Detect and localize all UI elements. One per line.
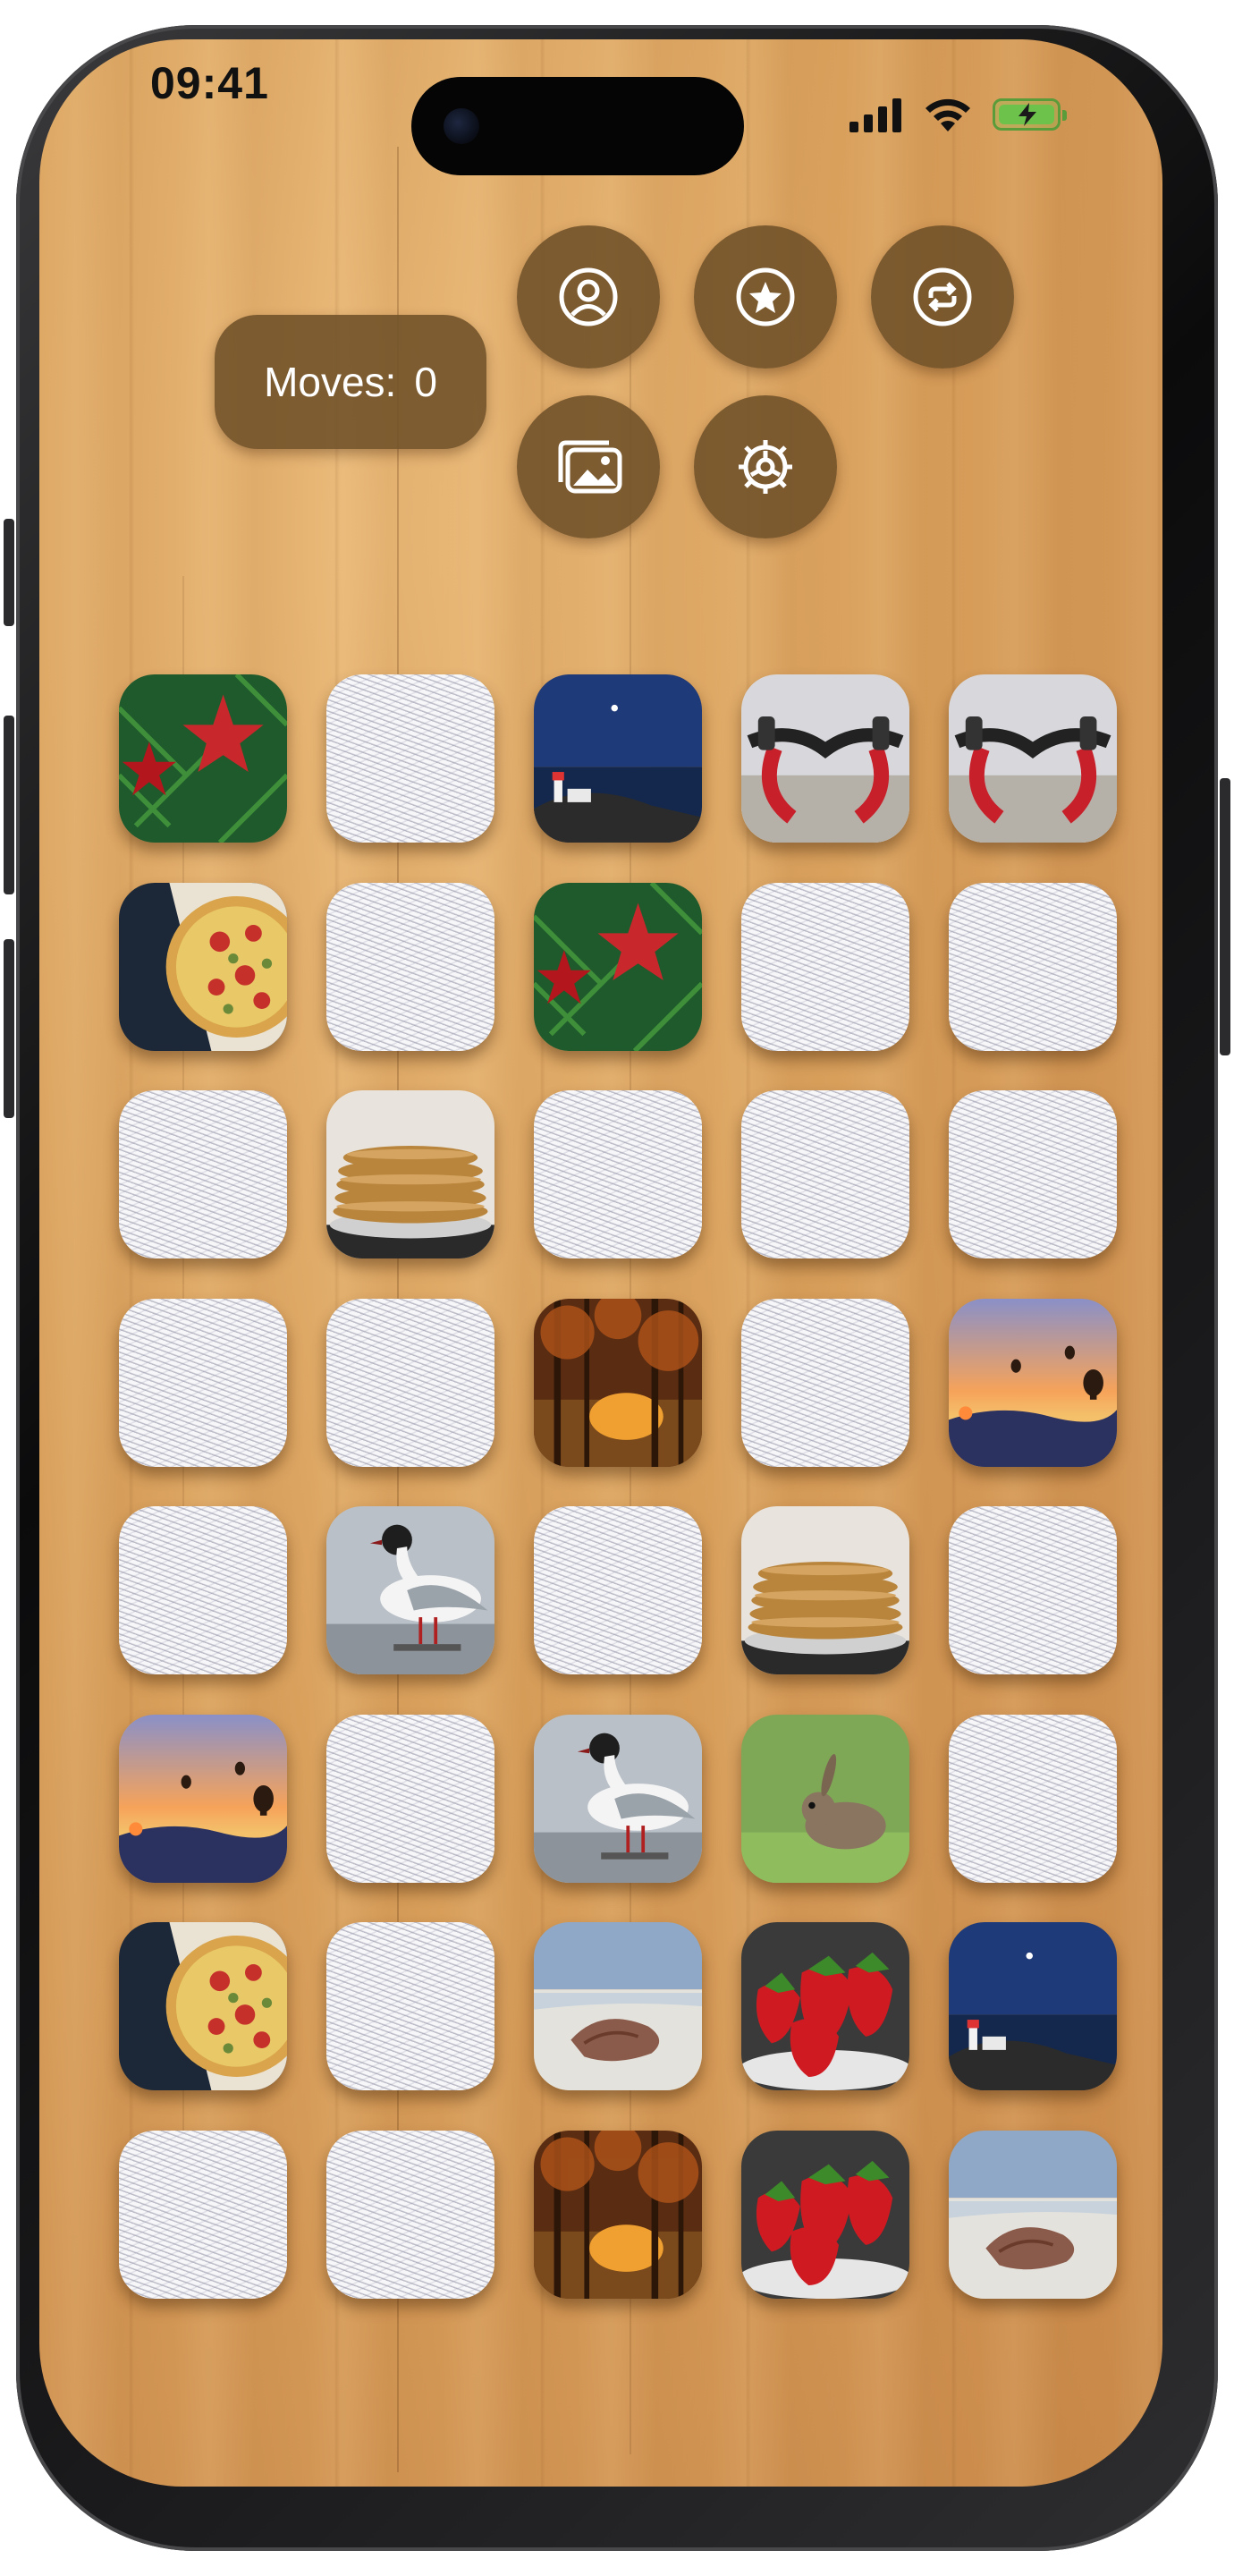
card-face-down[interactable] <box>741 1090 909 1258</box>
seashell-beach-image <box>949 2130 1117 2299</box>
power-button <box>1220 778 1230 1055</box>
seagull-image <box>326 1506 494 1674</box>
card-face-up-christmas-ornaments[interactable] <box>119 674 287 843</box>
card-face-up-strawberries[interactable] <box>741 1922 909 2090</box>
card-face-down[interactable] <box>534 1506 702 1674</box>
card-face-down[interactable] <box>119 1298 287 1467</box>
person-circle-icon <box>559 267 618 326</box>
card-face-up-seashell-beach[interactable] <box>949 2130 1117 2299</box>
card-face-up-pizza[interactable] <box>119 1922 287 2090</box>
arrows-cycle-icon <box>913 267 972 326</box>
card-face-down[interactable] <box>949 1090 1117 1258</box>
charging-bolt-icon <box>1018 103 1036 126</box>
card-face-up-seagull[interactable] <box>534 1714 702 1883</box>
card-face-down[interactable] <box>534 1090 702 1258</box>
rabbit-image <box>741 1714 909 1883</box>
card-face-up-pancakes[interactable] <box>741 1506 909 1674</box>
card-face-down[interactable] <box>119 1506 287 1674</box>
pancakes-image <box>741 1506 909 1674</box>
card-face-down[interactable] <box>741 1298 909 1467</box>
moves-value: 0 <box>414 359 437 405</box>
card-face-down[interactable] <box>119 1090 287 1258</box>
card-face-down[interactable] <box>949 1506 1117 1674</box>
card-face-down[interactable] <box>326 1922 494 2090</box>
card-face-down[interactable] <box>326 1714 494 1883</box>
pizza-image <box>119 882 287 1051</box>
card-face-down[interactable] <box>949 1714 1117 1883</box>
strawberries-image <box>741 2130 909 2299</box>
cellular-signal-icon <box>849 98 901 132</box>
hot-air-balloons-image <box>949 1298 1117 1467</box>
autumn-forest-image <box>534 2130 702 2299</box>
card-face-up-rabbit[interactable] <box>741 1714 909 1883</box>
card-face-up-bicycle-handlebar[interactable] <box>741 674 909 843</box>
card-face-up-pizza[interactable] <box>119 882 287 1051</box>
card-face-up-pancakes[interactable] <box>326 1090 494 1258</box>
volume-down-button <box>4 939 14 1118</box>
card-face-up-bicycle-handlebar[interactable] <box>949 674 1117 843</box>
status-icons <box>849 89 973 140</box>
moves-counter: Moves: 0 <box>215 315 486 449</box>
battery-icon <box>993 98 1067 131</box>
card-face-up-lighthouse[interactable] <box>534 674 702 843</box>
card-face-down[interactable] <box>119 2130 287 2299</box>
photo-stack-icon <box>558 440 622 494</box>
seagull-image <box>534 1714 702 1883</box>
card-face-up-autumn-forest[interactable] <box>534 2130 702 2299</box>
settings-button[interactable] <box>694 395 837 538</box>
card-face-down[interactable] <box>949 882 1117 1051</box>
bicycle-handlebar-image <box>949 674 1117 843</box>
card-face-up-christmas-ornaments[interactable] <box>534 882 702 1051</box>
pizza-image <box>119 1922 287 2090</box>
favorites-button[interactable] <box>694 225 837 369</box>
moves-label: Moves: <box>264 359 397 405</box>
status-time: 09:41 <box>150 58 269 108</box>
pancakes-image <box>326 1090 494 1258</box>
hot-air-balloons-image <box>119 1714 287 1883</box>
card-face-down[interactable] <box>326 882 494 1051</box>
star-circle-icon <box>736 267 795 326</box>
card-face-down[interactable] <box>326 674 494 843</box>
dynamic-island <box>411 77 744 175</box>
volume-up-button <box>4 716 14 894</box>
card-face-down[interactable] <box>741 882 909 1051</box>
strawberries-image <box>741 1922 909 2090</box>
bicycle-handlebar-image <box>741 674 909 843</box>
card-face-down[interactable] <box>326 1298 494 1467</box>
photos-button[interactable] <box>517 395 660 538</box>
card-face-up-hot-air-balloons[interactable] <box>949 1298 1117 1467</box>
lighthouse-image <box>534 674 702 843</box>
autumn-forest-image <box>534 1298 702 1467</box>
restart-button[interactable] <box>871 225 1014 369</box>
card-face-up-lighthouse[interactable] <box>949 1922 1117 2090</box>
card-face-up-seashell-beach[interactable] <box>534 1922 702 2090</box>
wifi-icon <box>926 98 970 131</box>
card-face-up-seagull[interactable] <box>326 1506 494 1674</box>
action-button <box>4 519 14 626</box>
card-face-up-hot-air-balloons[interactable] <box>119 1714 287 1883</box>
seashell-beach-image <box>534 1922 702 2090</box>
profile-button[interactable] <box>517 225 660 369</box>
christmas-ornaments-image <box>534 882 702 1051</box>
card-face-up-strawberries[interactable] <box>741 2130 909 2299</box>
lighthouse-image <box>949 1922 1117 2090</box>
christmas-ornaments-image <box>119 674 287 843</box>
front-camera <box>444 108 479 144</box>
gear-icon <box>739 440 792 494</box>
card-face-down[interactable] <box>326 2130 494 2299</box>
card-face-up-autumn-forest[interactable] <box>534 1298 702 1467</box>
